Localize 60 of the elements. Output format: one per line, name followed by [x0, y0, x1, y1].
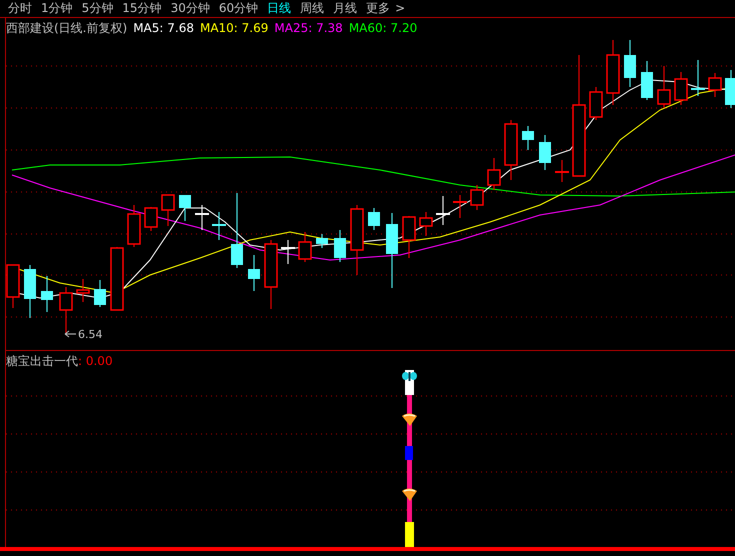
period-tab[interactable]: 更多: [366, 0, 390, 17]
period-tab[interactable]: 1分钟: [41, 0, 73, 17]
ma-value: MA5: 7.68: [133, 20, 194, 37]
candlestick: [212, 212, 226, 240]
arrow-icon: [64, 330, 76, 338]
more-caret[interactable]: >: [395, 0, 406, 17]
candlestick: [281, 240, 295, 264]
period-tab[interactable]: 30分钟: [170, 0, 210, 17]
candlestick: [453, 194, 467, 218]
candlestick: [589, 86, 603, 120]
ma-value: MA25: 7.38: [274, 20, 343, 37]
candlestick: [24, 264, 36, 318]
candlestick: [179, 194, 191, 222]
candlestick: [641, 60, 653, 100]
candlestick: [419, 212, 433, 236]
candlestick: [76, 278, 90, 302]
candlestick: [110, 246, 124, 311]
candlestick: [624, 40, 636, 88]
candlestick: [504, 120, 518, 180]
candlestick: [195, 204, 209, 230]
candlestick: [368, 208, 380, 230]
ma-value: MA60: 7.20: [348, 20, 418, 37]
period-tab[interactable]: 5分钟: [82, 0, 114, 17]
candlestick: [94, 280, 106, 308]
candlestick: [161, 194, 175, 226]
candlestick: [708, 72, 722, 98]
candlestick: [657, 66, 671, 108]
candlestick: [402, 216, 416, 258]
low-price-label: 6.54: [78, 328, 102, 341]
candlestick: [334, 230, 346, 262]
candlestick: [127, 204, 141, 248]
candlestick: [144, 206, 158, 232]
period-tab[interactable]: 日线: [267, 0, 292, 17]
candlestick: [59, 286, 73, 334]
candlestick: [487, 158, 501, 190]
candlestick: [264, 240, 278, 310]
candlestick: [539, 134, 551, 170]
chart-title: 西部建设(日线.前复权): [6, 20, 128, 37]
ma-value: MA10: 7.69: [200, 20, 268, 37]
candlestick: [350, 204, 364, 276]
candlestick: [298, 232, 312, 262]
period-tab[interactable]: 分时: [8, 0, 32, 17]
period-tab[interactable]: 月线: [333, 0, 358, 17]
candlestick: [6, 264, 20, 308]
indicator-title: 糖宝出击一代: [6, 353, 78, 370]
candlestick: [522, 126, 534, 150]
candlestick: [725, 70, 735, 108]
candlestick: [436, 196, 450, 226]
candlestick: [691, 60, 705, 96]
period-tab[interactable]: 周线: [300, 0, 324, 17]
period-tab[interactable]: 15分钟: [122, 0, 162, 17]
candlestick: [41, 276, 53, 312]
candlestick: [606, 40, 620, 106]
candlestick: [470, 184, 484, 210]
indicator-value: : 0.00: [78, 353, 113, 370]
candlestick: [555, 160, 569, 182]
period-tab[interactable]: 60分钟: [218, 0, 258, 17]
candlestick: [316, 234, 328, 248]
candlestick: [674, 72, 688, 106]
candlestick: [248, 254, 260, 292]
